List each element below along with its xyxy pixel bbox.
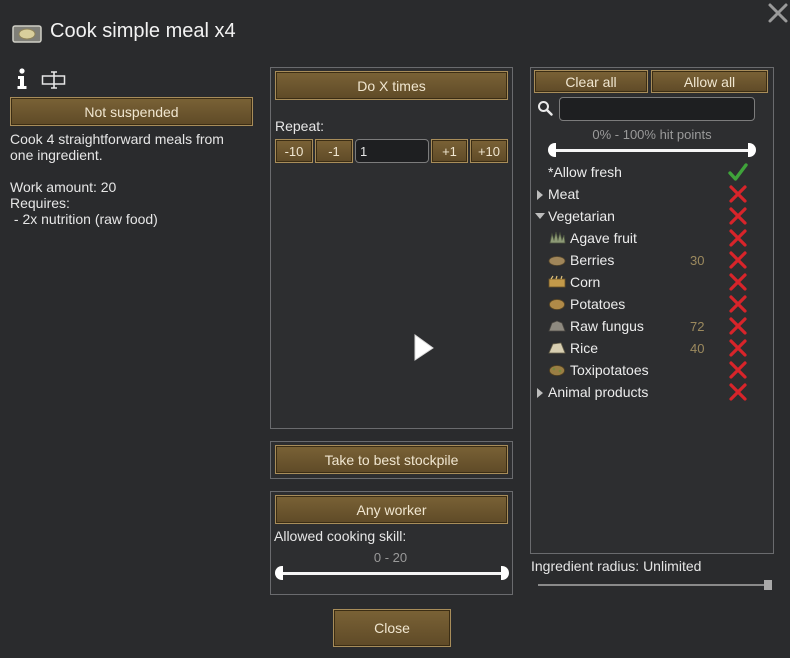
filter-item-label: Vegetarian bbox=[548, 208, 615, 224]
filter-row-berries[interactable]: Berries 30 bbox=[532, 249, 772, 271]
filter-item-label: Rice bbox=[570, 340, 599, 356]
filter-item-label: *Allow fresh bbox=[548, 164, 622, 180]
filter-row-rice[interactable]: Rice 40 bbox=[532, 337, 772, 359]
filter-row-potatoes[interactable]: Potatoes bbox=[532, 293, 772, 315]
rice-icon bbox=[548, 342, 566, 354]
skill-range-slider[interactable] bbox=[275, 566, 509, 580]
cross-icon[interactable] bbox=[728, 382, 748, 402]
filter-item-label: Agave fruit bbox=[570, 230, 637, 246]
filter-item-label: Corn bbox=[570, 274, 601, 290]
filter-item-count: 72 bbox=[690, 319, 705, 334]
filter-row-corn[interactable]: Corn bbox=[532, 271, 772, 293]
hp-range-label: 0% - 100% hit points bbox=[592, 127, 712, 142]
worker-select-button[interactable]: Any worker bbox=[275, 495, 508, 524]
agave-icon bbox=[549, 231, 566, 244]
filter-row-animal-products[interactable]: Animal products bbox=[532, 381, 772, 403]
cross-icon[interactable] bbox=[728, 338, 748, 358]
radius-slider-handle[interactable] bbox=[764, 580, 772, 590]
meal-icon bbox=[12, 24, 42, 44]
filter-row-raw-fungus[interactable]: Raw fungus 72 bbox=[532, 315, 772, 337]
close-button[interactable]: Close bbox=[333, 609, 451, 647]
repeat-label: Repeat: bbox=[275, 118, 325, 134]
collapse-arrow-icon[interactable] bbox=[535, 213, 545, 219]
check-icon[interactable] bbox=[728, 162, 748, 182]
radius-slider-track bbox=[538, 584, 768, 586]
hp-slider-max-handle[interactable] bbox=[748, 143, 756, 157]
cross-icon[interactable] bbox=[728, 184, 748, 204]
rename-icon[interactable] bbox=[41, 70, 67, 90]
filter-item-label: Meat bbox=[548, 186, 580, 202]
filter-item-label: Berries bbox=[570, 252, 615, 268]
cross-icon[interactable] bbox=[728, 294, 748, 314]
skill-range-label: 0 - 20 bbox=[373, 550, 408, 565]
hp-range-slider[interactable] bbox=[548, 143, 756, 157]
cross-icon[interactable] bbox=[728, 316, 748, 336]
close-icon[interactable] bbox=[767, 2, 789, 24]
filter-row-vegetarian[interactable]: Vegetarian bbox=[532, 205, 772, 227]
requires-item: - 2x nutrition (raw food) bbox=[10, 211, 158, 227]
filter-tree: *Allow fresh Meat Vegetarian Agave fruit… bbox=[532, 161, 772, 403]
hp-slider-track bbox=[554, 149, 750, 152]
cross-icon[interactable] bbox=[728, 360, 748, 380]
berries-icon bbox=[548, 256, 566, 266]
skill-label: Allowed cooking skill: bbox=[274, 528, 407, 544]
plus-1-button[interactable]: +1 bbox=[431, 139, 468, 163]
filter-row-toxipotatoes[interactable]: Toxipotatoes bbox=[532, 359, 772, 381]
filter-item-label: Raw fungus bbox=[570, 318, 644, 334]
plus-10-button[interactable]: +10 bbox=[470, 139, 508, 163]
work-amount: Work amount: 20 bbox=[10, 179, 117, 195]
suspend-toggle-button[interactable]: Not suspended bbox=[10, 97, 253, 126]
filter-row-allow-fresh[interactable]: *Allow fresh bbox=[532, 161, 772, 183]
search-icon bbox=[537, 100, 553, 116]
filter-item-count: 30 bbox=[690, 253, 705, 268]
description-line-1: Cook 4 straightforward meals from bbox=[10, 131, 224, 147]
fungus-icon bbox=[548, 320, 566, 332]
minus-10-button[interactable]: -10 bbox=[275, 139, 313, 163]
description-line-2: one ingredient. bbox=[10, 147, 103, 163]
repeat-count-input[interactable] bbox=[355, 139, 429, 163]
store-mode-button[interactable]: Take to best stockpile bbox=[275, 445, 508, 474]
filter-item-label: Potatoes bbox=[570, 296, 626, 312]
window-title: Cook simple meal x4 bbox=[50, 20, 236, 42]
clear-all-button[interactable]: Clear all bbox=[534, 70, 648, 93]
potatoes-icon bbox=[549, 299, 565, 310]
skill-slider-max-handle[interactable] bbox=[501, 566, 509, 580]
ingredient-radius-slider[interactable] bbox=[538, 580, 774, 590]
filter-row-agave-fruit[interactable]: Agave fruit bbox=[532, 227, 772, 249]
mouse-cursor-icon bbox=[413, 334, 435, 364]
corn-icon bbox=[548, 275, 566, 288]
expand-arrow-icon[interactable] bbox=[537, 190, 543, 200]
info-icon[interactable] bbox=[14, 68, 30, 90]
allow-all-button[interactable]: Allow all bbox=[651, 70, 768, 93]
toxipotatoes-icon bbox=[549, 365, 565, 376]
filter-item-count: 40 bbox=[690, 341, 705, 356]
expand-arrow-icon[interactable] bbox=[537, 388, 543, 398]
recipe-description: Cook 4 straightforward meals from one in… bbox=[10, 131, 260, 227]
hp-slider-min-handle[interactable] bbox=[548, 143, 556, 157]
ingredient-radius-label: Ingredient radius: Unlimited bbox=[531, 558, 702, 574]
skill-slider-track bbox=[281, 572, 503, 575]
requires-label: Requires: bbox=[10, 195, 70, 211]
filter-search-input[interactable] bbox=[559, 97, 755, 121]
skill-slider-min-handle[interactable] bbox=[275, 566, 283, 580]
filter-row-meat[interactable]: Meat bbox=[532, 183, 772, 205]
cross-icon[interactable] bbox=[728, 250, 748, 270]
filter-item-label: Toxipotatoes bbox=[570, 362, 649, 378]
cross-icon[interactable] bbox=[728, 228, 748, 248]
repeat-mode-button[interactable]: Do X times bbox=[275, 71, 508, 100]
cross-icon[interactable] bbox=[728, 272, 748, 292]
filter-item-label: Animal products bbox=[548, 384, 649, 400]
minus-1-button[interactable]: -1 bbox=[315, 139, 353, 163]
cross-icon[interactable] bbox=[728, 206, 748, 226]
